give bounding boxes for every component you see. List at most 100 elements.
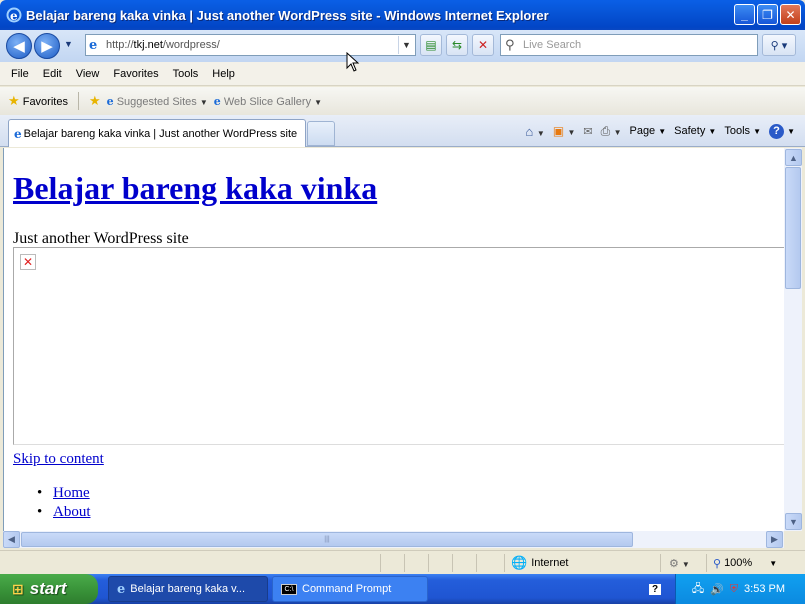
command-prompt-icon: C:\ bbox=[281, 583, 297, 595]
back-button[interactable]: ◀ bbox=[6, 33, 32, 59]
recent-pages-dropdown-icon[interactable]: ▼ bbox=[64, 39, 73, 49]
read-mail-icon[interactable]: ✉ bbox=[583, 125, 592, 138]
taskbar-item-cmd[interactable]: C:\ Command Prompt bbox=[272, 576, 428, 602]
page-menu[interactable]: Page ▼ bbox=[629, 125, 666, 137]
ie-page-icon: e bbox=[14, 126, 22, 141]
feeds-icon[interactable]: ▣ ▼ bbox=[553, 124, 576, 138]
status-cell bbox=[380, 554, 404, 572]
vertical-scrollbar[interactable]: ▲ ▼ bbox=[784, 148, 802, 531]
vertical-scroll-thumb[interactable] bbox=[785, 167, 801, 289]
help-icon[interactable]: ? ▼ bbox=[769, 123, 795, 139]
chevron-down-icon: ▼ bbox=[314, 97, 323, 107]
status-cell bbox=[476, 554, 504, 572]
horizontal-scrollbar[interactable]: ◀ ||| ▶ bbox=[3, 531, 784, 548]
new-tab-button[interactable] bbox=[307, 121, 335, 146]
search-button[interactable]: ⚲ ▾ bbox=[762, 34, 796, 56]
menu-help[interactable]: Help bbox=[205, 68, 242, 80]
chevron-down-icon: ▼ bbox=[769, 558, 778, 568]
stop-icon[interactable]: ✕ bbox=[472, 34, 494, 56]
skip-to-content: Skip to content bbox=[13, 451, 104, 468]
globe-icon: 🌐 bbox=[511, 555, 528, 570]
ie-page-icon: e bbox=[106, 94, 114, 108]
windows-logo-icon: ⊞ bbox=[12, 580, 24, 597]
tools-menu-label: Tools bbox=[724, 125, 751, 137]
favorites-button[interactable]: ★ Favorites bbox=[8, 93, 68, 109]
ie-logo-icon: e bbox=[117, 581, 126, 597]
zoom-icon: ⚲ bbox=[713, 557, 722, 570]
scroll-down-icon[interactable]: ▼ bbox=[785, 513, 802, 530]
nav-menu: Home About bbox=[37, 485, 91, 523]
security-shield-icon[interactable]: ⛨ bbox=[730, 583, 738, 596]
address-dropdown-icon[interactable]: ▼ bbox=[398, 36, 414, 54]
address-input[interactable]: e http://tkj.net/wordpress/ ▼ bbox=[85, 34, 416, 56]
horizontal-scroll-thumb[interactable]: ||| bbox=[21, 532, 633, 547]
menu-view[interactable]: View bbox=[69, 68, 107, 80]
close-button[interactable]: ✕ bbox=[780, 4, 801, 25]
favorites-bar: ★ Favorites ★ e Suggested Sites ▼ e Web … bbox=[0, 87, 805, 115]
header-image: ✕ bbox=[13, 247, 784, 445]
safety-menu-label: Safety bbox=[674, 125, 706, 137]
protected-mode-icon: ⚙ ▼ bbox=[669, 557, 690, 570]
zone-label: Internet bbox=[531, 557, 569, 569]
status-cell bbox=[428, 554, 452, 572]
tab-title: Belajar bareng kaka vinka | Just another… bbox=[23, 127, 298, 140]
restore-button[interactable]: ❐ bbox=[757, 4, 778, 25]
language-bar-help-icon[interactable]: ? bbox=[645, 576, 665, 602]
system-tray: 🖧 🔊 ⛨ 3:53 PM bbox=[675, 574, 805, 604]
forward-button[interactable]: ▶ bbox=[34, 33, 60, 59]
url-domain: tkj.net bbox=[133, 39, 163, 51]
divider bbox=[77, 92, 79, 110]
menu-favorites[interactable]: Favorites bbox=[106, 68, 165, 80]
search-icon: ⚲ bbox=[505, 37, 515, 52]
url-path: /wordpress/ bbox=[162, 39, 220, 51]
volume-icon[interactable]: 🔊 bbox=[710, 583, 724, 596]
safety-menu[interactable]: Safety ▼ bbox=[674, 125, 716, 137]
compatibility-view-icon[interactable]: ▤ bbox=[420, 34, 442, 56]
taskbar-item-label: Belajar bareng kaka v... bbox=[130, 583, 246, 595]
menu-edit[interactable]: Edit bbox=[36, 68, 69, 80]
print-icon[interactable]: ⎙ ▼ bbox=[601, 124, 622, 139]
menu-bar: File Edit View Favorites Tools Help bbox=[0, 62, 805, 86]
zoom-control[interactable]: ⚲ 100% ▼ bbox=[706, 554, 791, 572]
add-favorites-icon[interactable]: ★ bbox=[89, 93, 101, 109]
taskbar-item-ie[interactable]: e Belajar bareng kaka v... bbox=[108, 576, 268, 602]
command-bar: ⌂ ▼ ▣ ▼ ✉ ⎙ ▼ Page ▼ Safety ▼ Tools ▼ ? … bbox=[525, 120, 795, 142]
tools-menu[interactable]: Tools ▼ bbox=[724, 125, 761, 137]
suggested-sites-button[interactable]: e Suggested Sites ▼ bbox=[107, 95, 208, 108]
site-title-link[interactable]: Belajar bareng kaka vinka bbox=[13, 170, 377, 206]
web-slice-gallery-label: Web Slice Gallery bbox=[223, 95, 312, 108]
tab-bar: e Belajar bareng kaka vinka | Just anoth… bbox=[0, 115, 805, 147]
tab-active[interactable]: e Belajar bareng kaka vinka | Just anoth… bbox=[8, 119, 306, 147]
menu-file[interactable]: File bbox=[4, 68, 36, 80]
taskbar: ⊞ start e Belajar bareng kaka v... C:\ C… bbox=[0, 574, 805, 604]
search-input[interactable]: ⚲ Live Search bbox=[500, 34, 758, 56]
web-slice-gallery-button[interactable]: e Web Slice Gallery ▼ bbox=[214, 95, 322, 108]
clock[interactable]: 3:53 PM bbox=[744, 583, 785, 595]
protected-mode[interactable]: ⚙ ▼ bbox=[660, 554, 706, 572]
search-go-icon: ⚲ ▾ bbox=[770, 39, 788, 52]
chevron-down-icon: ▼ bbox=[199, 97, 208, 107]
page-content: Belajar bareng kaka vinka Just another W… bbox=[3, 148, 784, 531]
page-menu-label: Page bbox=[629, 125, 656, 137]
scroll-up-icon[interactable]: ▲ bbox=[785, 149, 802, 166]
menu-tools[interactable]: Tools bbox=[166, 68, 206, 80]
nav-link-home[interactable]: Home bbox=[53, 485, 90, 501]
start-button[interactable]: ⊞ start bbox=[0, 574, 98, 604]
scroll-left-icon[interactable]: ◀ bbox=[3, 531, 20, 548]
scroll-right-icon[interactable]: ▶ bbox=[766, 531, 783, 548]
skip-to-content-link[interactable]: Skip to content bbox=[13, 451, 104, 467]
favorites-label: Favorites bbox=[22, 96, 68, 108]
ie-logo-icon: e bbox=[6, 7, 22, 23]
security-zone[interactable]: 🌐 Internet bbox=[504, 554, 654, 572]
taskbar-item-label: Command Prompt bbox=[302, 583, 392, 595]
ie-page-icon: e bbox=[213, 94, 221, 108]
window-title: Belajar bareng kaka vinka | Just another… bbox=[26, 7, 549, 23]
refresh-icon[interactable]: ⇆ bbox=[446, 34, 468, 56]
network-icon[interactable]: 🖧 bbox=[692, 580, 704, 599]
minimize-button[interactable]: _ bbox=[734, 4, 755, 25]
nav-link-about[interactable]: About bbox=[53, 504, 91, 520]
mouse-cursor-icon bbox=[346, 52, 360, 72]
ie-window: e Belajar bareng kaka vinka | Just anoth… bbox=[0, 0, 805, 574]
home-icon[interactable]: ⌂ ▼ bbox=[525, 124, 544, 139]
title-bar[interactable]: e Belajar bareng kaka vinka | Just anoth… bbox=[0, 0, 805, 30]
